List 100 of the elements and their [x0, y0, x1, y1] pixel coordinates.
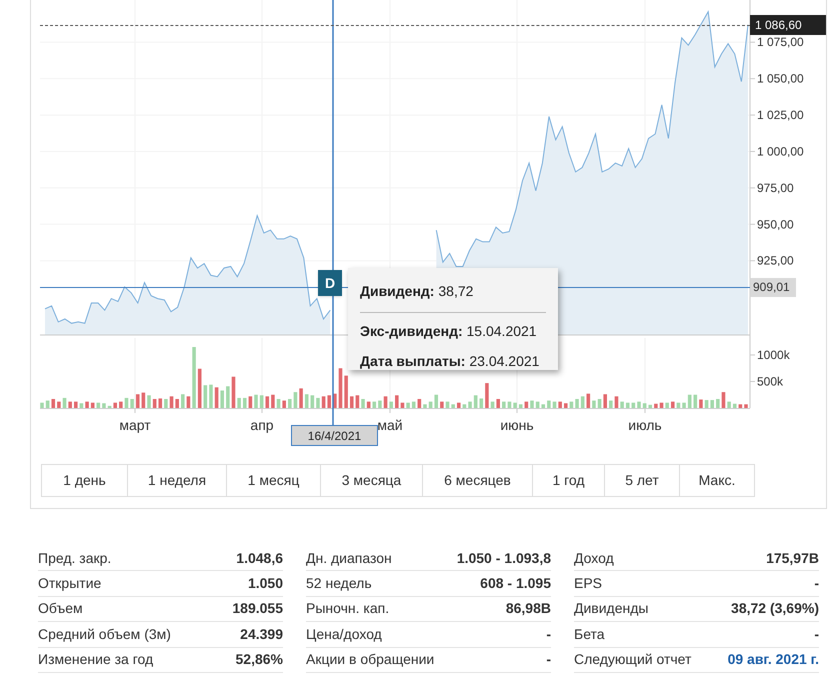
volume-bar: [350, 396, 354, 408]
volume-bar: [744, 404, 748, 408]
volume-bar: [682, 402, 686, 408]
stat-value: 175,97B: [766, 548, 819, 568]
volume-bar: [276, 398, 280, 408]
volume-bar: [704, 400, 708, 408]
month-label: апр: [250, 417, 274, 433]
volume-bar: [524, 402, 528, 408]
last-price-tag: 1 086,60: [750, 15, 826, 35]
volume-bar: [90, 402, 94, 408]
volume-bar: [716, 398, 720, 408]
volume-bar: [164, 398, 168, 408]
volume-bar: [626, 402, 630, 408]
volume-bar: [558, 402, 562, 408]
axis-label: 1 050,00: [757, 72, 804, 86]
volume-bar: [480, 398, 484, 408]
volume-bar: [344, 376, 348, 408]
volume-bar: [592, 400, 596, 408]
volume-bar: [310, 395, 314, 408]
volume-bar: [237, 398, 241, 408]
volume-bar: [175, 398, 179, 408]
volume-bar: [446, 402, 450, 408]
volume-bar: [530, 400, 534, 408]
volume-bar: [130, 398, 134, 408]
volume-bar: [242, 398, 247, 408]
volume-bar: [248, 396, 252, 408]
crosshair-date-label: 16/4/2021: [308, 429, 362, 443]
stat-label: Пред. закр.: [38, 548, 112, 568]
volume-bar: [485, 383, 489, 408]
volume-bar: [395, 395, 399, 408]
stat-value: -: [546, 650, 551, 670]
volume-bar: [614, 396, 618, 408]
volume-bar: [541, 404, 546, 408]
stat-value: 86,98B: [506, 599, 551, 618]
volume-bar: [232, 376, 236, 408]
axis-label: 1 025,00: [757, 108, 804, 122]
volume-bar: [570, 402, 574, 408]
volume-bar: [722, 392, 726, 408]
volume-bar: [366, 402, 370, 408]
volume-bar: [192, 347, 196, 408]
volume-bar: [170, 396, 174, 408]
volume-bar: [186, 396, 190, 408]
volume-bar: [152, 398, 156, 408]
volume-bar: [699, 400, 703, 408]
stat-label: Рыночн. кап.: [306, 599, 390, 618]
volume-bar: [136, 394, 140, 408]
volume-bar: [732, 404, 737, 408]
tooltip-text: Экс-дивиденд: 15.04.2021: [360, 323, 537, 339]
volume-bar: [316, 398, 320, 408]
volume-bar: [603, 394, 607, 408]
axis-label: 1 000,00: [757, 144, 804, 158]
axis-label: 925,00: [757, 254, 794, 268]
volume-bar: [428, 402, 432, 408]
stat-value: 1.048,6: [236, 548, 283, 568]
stat-link[interactable]: 09 авг. 2021 г.: [728, 649, 819, 670]
volume-bar: [580, 396, 584, 408]
volume-bar: [508, 402, 512, 408]
volume-bar: [119, 402, 123, 408]
volume-bar: [609, 400, 613, 408]
volume-bar: [490, 402, 494, 408]
volume-bar: [181, 394, 185, 408]
volume-bar: [142, 392, 146, 408]
stat-label: Средний объем (3м): [38, 624, 171, 644]
volume-bar: [198, 368, 202, 408]
volume-bar: [670, 402, 675, 408]
volume-bar: [406, 402, 410, 408]
volume-bar: [102, 403, 106, 408]
stat-label: Цена/доход: [306, 624, 382, 644]
volume-bar: [423, 404, 427, 408]
volume-bar: [642, 403, 646, 408]
month-label: июнь: [500, 417, 534, 433]
volume-bar: [265, 396, 270, 408]
volume-bar: [665, 402, 669, 408]
volume-bar: [57, 402, 61, 408]
volume-bar: [214, 387, 218, 408]
dividend-marker[interactable]: D: [318, 270, 342, 296]
volume-bar: [338, 368, 342, 408]
axis-label: 1 075,00: [757, 35, 804, 50]
volume-bar: [327, 395, 332, 408]
volume-bar: [62, 398, 66, 408]
volume-bar: [676, 402, 680, 408]
volume-bar: [620, 402, 624, 408]
stat-value: 38,72 (3,69%): [731, 599, 819, 618]
volume-bar: [204, 385, 208, 408]
volume-bar: [85, 402, 89, 408]
axis-label: 500k: [757, 374, 784, 388]
volume-bar: [226, 386, 230, 408]
volume-bar: [598, 398, 602, 408]
stat-label: Дн. диапазон: [306, 548, 392, 568]
stat-label: Акции в обращении: [306, 650, 434, 670]
volume-bar: [220, 390, 224, 408]
volume-bar: [80, 403, 84, 408]
volume-bar: [389, 402, 393, 408]
volume-bar: [513, 402, 517, 408]
axis-label: 1000k: [757, 348, 790, 362]
volume-bar: [632, 402, 636, 408]
volume-bar: [288, 398, 292, 408]
volume-bar: [96, 402, 100, 408]
volume-bar: [412, 402, 416, 408]
axis-label: 975,00: [757, 180, 794, 195]
